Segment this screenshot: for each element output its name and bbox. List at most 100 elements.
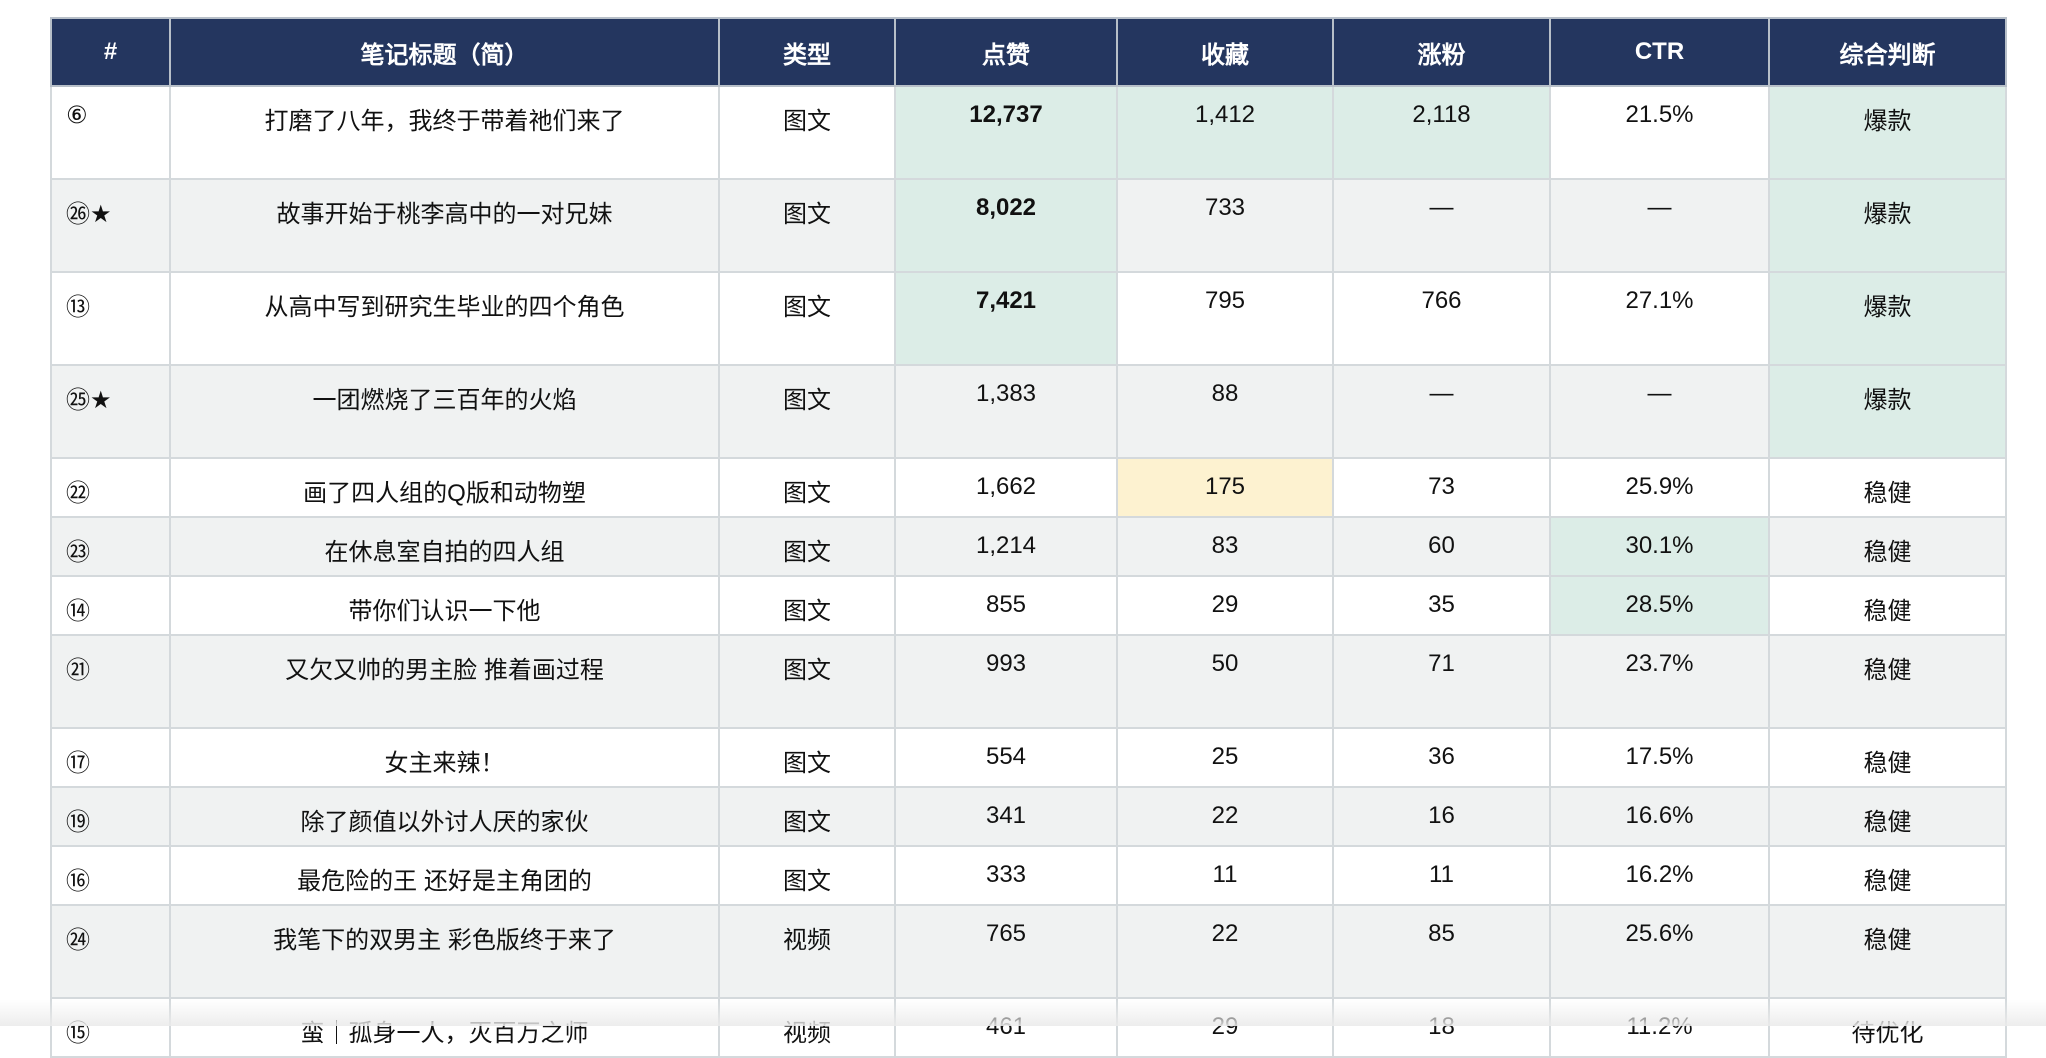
cell-type: 图文 [719,272,895,365]
cell-likes: 1,383 [895,365,1117,458]
cell-title: 又欠又帅的男主脸 推着画过程 [170,635,719,728]
cell-type: 图文 [719,728,895,787]
cell-fans: 36 [1333,728,1550,787]
table-row: ⑰ 女主来辣！ 图文 554 25 36 17.5% 稳健 [51,728,2006,787]
cell-verdict: 稳健 [1769,787,2006,846]
header-ctr: CTR [1550,18,1769,86]
cell-favs: 25 [1117,728,1333,787]
cell-index: ⑯ [51,846,170,905]
cell-fans: 71 [1333,635,1550,728]
table-row: ㉑ 又欠又帅的男主脸 推着画过程 图文 993 50 71 23.7% 稳健 [51,635,2006,728]
cell-favs: 50 [1117,635,1333,728]
cell-index: ⑭ [51,576,170,635]
cell-favs: 733 [1117,179,1333,272]
cell-verdict: 稳健 [1769,846,2006,905]
cell-favs: 22 [1117,905,1333,998]
cell-fans: 35 [1333,576,1550,635]
header-likes: 点赞 [895,18,1117,86]
table-row: ⑬ 从高中写到研究生毕业的四个角色 图文 7,421 795 766 27.1%… [51,272,2006,365]
data-table-container: # 笔记标题（简） 类型 点赞 收藏 涨粉 CTR 综合判断 ⑥ 打磨了八年，我… [50,17,2005,1058]
cell-verdict: 稳健 [1769,458,2006,517]
table-row: ㉖★ 故事开始于桃李高中的一对兄妹 图文 8,022 733 — — 爆款 [51,179,2006,272]
cell-ctr: 27.1% [1550,272,1769,365]
cell-title: 我笔下的双男主 彩色版终于来了 [170,905,719,998]
cell-likes: 12,737 [895,86,1117,179]
table-row: ⑲ 除了颜值以外讨人厌的家伙 图文 341 22 16 16.6% 稳健 [51,787,2006,846]
cell-ctr: — [1550,179,1769,272]
cell-index: ㉑ [51,635,170,728]
cell-title: 最危险的王 还好是主角团的 [170,846,719,905]
cell-ctr: 21.5% [1550,86,1769,179]
cell-favs: 29 [1117,576,1333,635]
cell-verdict: 稳健 [1769,635,2006,728]
cell-index: ⑰ [51,728,170,787]
cell-fans: 85 [1333,905,1550,998]
cell-ctr: 25.6% [1550,905,1769,998]
cell-ctr: 28.5% [1550,576,1769,635]
cell-title: 一团燃烧了三百年的火焰 [170,365,719,458]
cell-fans: 60 [1333,517,1550,576]
cell-index: ㉖★ [51,179,170,272]
cell-ctr: 25.9% [1550,458,1769,517]
cell-type: 图文 [719,179,895,272]
cell-title: 带你们认识一下他 [170,576,719,635]
cell-index: ⑥ [51,86,170,179]
cell-title: 画了四人组的Q版和动物塑 [170,458,719,517]
cell-fans: 2,118 [1333,86,1550,179]
cell-title: 除了颜值以外讨人厌的家伙 [170,787,719,846]
cell-ctr: 30.1% [1550,517,1769,576]
cell-verdict: 爆款 [1769,86,2006,179]
cell-favs: 175 [1117,458,1333,517]
cell-likes: 341 [895,787,1117,846]
cell-verdict: 稳健 [1769,905,2006,998]
cell-likes: 855 [895,576,1117,635]
cell-type: 图文 [719,458,895,517]
cell-type: 图文 [719,576,895,635]
table-row: ㉓ 在休息室自拍的四人组 图文 1,214 83 60 30.1% 稳健 [51,517,2006,576]
cell-likes: 8,022 [895,179,1117,272]
table-row: ㉒ 画了四人组的Q版和动物塑 图文 1,662 175 73 25.9% 稳健 [51,458,2006,517]
cell-index: ⑲ [51,787,170,846]
cell-likes: 1,662 [895,458,1117,517]
table-row: ㉔ 我笔下的双男主 彩色版终于来了 视频 765 22 85 25.6% 稳健 [51,905,2006,998]
cell-likes: 7,421 [895,272,1117,365]
cell-type: 图文 [719,846,895,905]
cell-fans: 11 [1333,846,1550,905]
cell-index: ⑬ [51,272,170,365]
cell-type: 图文 [719,787,895,846]
cell-title: 女主来辣！ [170,728,719,787]
cell-ctr: 17.5% [1550,728,1769,787]
cell-likes: 1,214 [895,517,1117,576]
header-index: # [51,18,170,86]
header-fans: 涨粉 [1333,18,1550,86]
table-row: ⑯ 最危险的王 还好是主角团的 图文 333 11 11 16.2% 稳健 [51,846,2006,905]
cell-verdict: 稳健 [1769,728,2006,787]
cell-verdict: 爆款 [1769,365,2006,458]
cell-fans: 73 [1333,458,1550,517]
header-type: 类型 [719,18,895,86]
notes-performance-table: # 笔记标题（简） 类型 点赞 收藏 涨粉 CTR 综合判断 ⑥ 打磨了八年，我… [50,17,2007,1058]
cell-verdict: 稳健 [1769,576,2006,635]
cell-title: 在休息室自拍的四人组 [170,517,719,576]
cell-ctr: 16.2% [1550,846,1769,905]
cell-likes: 993 [895,635,1117,728]
cell-favs: 1,412 [1117,86,1333,179]
header-title: 笔记标题（简） [170,18,719,86]
cell-favs: 11 [1117,846,1333,905]
cell-title: 打磨了八年，我终于带着祂们来了 [170,86,719,179]
cell-favs: 795 [1117,272,1333,365]
cell-type: 视频 [719,905,895,998]
cell-index: ㉔ [51,905,170,998]
bottom-fade [0,1000,2046,1026]
cell-type: 图文 [719,635,895,728]
cell-verdict: 爆款 [1769,272,2006,365]
cell-type: 图文 [719,86,895,179]
cell-verdict: 稳健 [1769,517,2006,576]
header-favs: 收藏 [1117,18,1333,86]
cell-ctr: 23.7% [1550,635,1769,728]
cell-favs: 83 [1117,517,1333,576]
table-row: ㉕★ 一团燃烧了三百年的火焰 图文 1,383 88 — — 爆款 [51,365,2006,458]
cell-likes: 765 [895,905,1117,998]
cell-index: ㉓ [51,517,170,576]
table-row: ⑭ 带你们认识一下他 图文 855 29 35 28.5% 稳健 [51,576,2006,635]
